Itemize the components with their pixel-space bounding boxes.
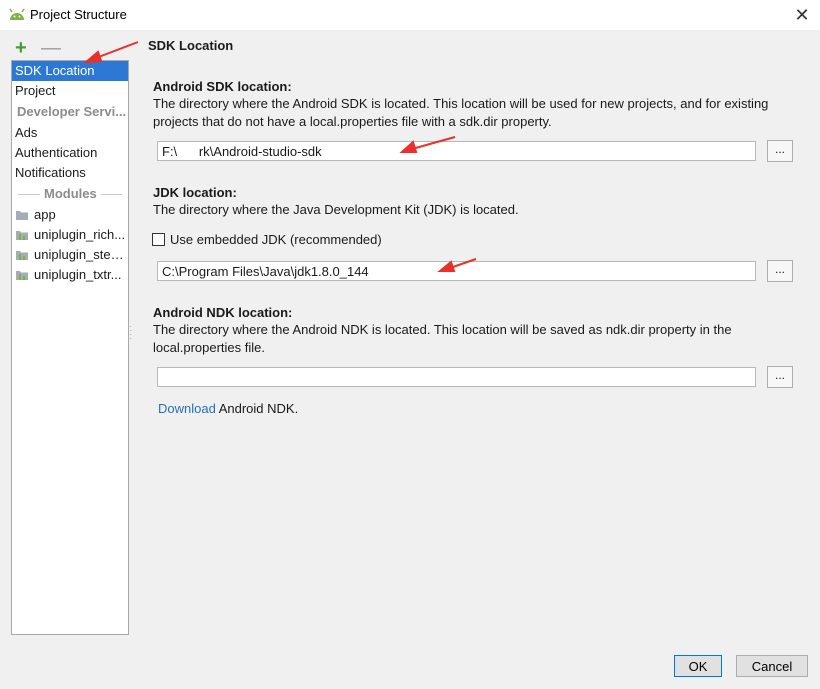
embedded-jdk-label: Use embedded JDK (recommended) (170, 232, 382, 247)
embedded-jdk-checkbox-row[interactable]: Use embedded JDK (recommended) (152, 232, 382, 247)
module-icon (16, 271, 28, 280)
sidebar-module-app[interactable]: app (12, 205, 128, 225)
modules-label: Modules (40, 186, 101, 201)
sidebar-item-ads[interactable]: Ads (12, 123, 128, 143)
module-label: uniplugin_rich... (34, 227, 126, 242)
sidebar-item-authentication[interactable]: Authentication (12, 143, 128, 163)
ndk-description: The directory where the Android NDK is l… (153, 322, 732, 355)
window-title: Project Structure (30, 7, 127, 22)
sidebar-item-project[interactable]: Project (12, 81, 128, 101)
folder-icon (16, 211, 28, 220)
annotation-arrow-sdk-location (82, 41, 139, 64)
modules-separator: Modules (12, 183, 128, 205)
module-icon (16, 251, 28, 260)
ok-button[interactable]: OK (674, 655, 722, 677)
download-ndk-suffix: Android NDK. (215, 401, 299, 416)
sdk-browse-button[interactable]: ... (767, 140, 793, 162)
embedded-jdk-checkbox[interactable] (152, 233, 165, 246)
jdk-description: The directory where the Java Development… (153, 202, 519, 217)
module-label: app (34, 207, 56, 222)
splitter-handle[interactable]: · · · · (129, 322, 132, 344)
ndk-browse-button[interactable]: ... (767, 366, 793, 388)
remove-button[interactable]: — (41, 38, 61, 58)
add-button[interactable]: + (15, 38, 27, 58)
sidebar-item-sdk-location[interactable]: SDK Location (12, 61, 128, 81)
ndk-section-title: Android NDK location: (153, 305, 293, 320)
sidebar: SDK Location Project Developer Servi... … (11, 60, 129, 635)
jdk-section-title: JDK location: (153, 185, 237, 200)
sidebar-module-uniplugin-rich[interactable]: uniplugin_rich... (12, 225, 128, 245)
sidebar-module-uniplugin-txtr[interactable]: uniplugin_txtr... (12, 265, 128, 285)
download-ndk-link[interactable]: Download (158, 401, 216, 416)
jdk-browse-button[interactable]: ... (767, 260, 793, 282)
sidebar-module-uniplugin-step[interactable]: uniplugin_step... (12, 245, 128, 265)
title-bar: Project Structure ✕ (0, 0, 820, 30)
sdk-description: The directory where the Android SDK is l… (153, 96, 769, 129)
sdk-section-title: Android SDK location: (153, 79, 292, 94)
ndk-location-input[interactable] (157, 367, 756, 387)
sdk-location-input[interactable] (157, 141, 756, 161)
ndk-download-row: Download Android NDK. (158, 401, 298, 416)
module-icon (16, 231, 28, 240)
android-icon (9, 8, 25, 20)
close-icon[interactable]: ✕ (790, 3, 814, 27)
cancel-button[interactable]: Cancel (736, 655, 808, 677)
sidebar-header-developer-services: Developer Servi... (17, 104, 127, 119)
module-label: uniplugin_txtr... (34, 267, 122, 282)
sidebar-item-notifications[interactable]: Notifications (12, 163, 128, 183)
jdk-location-input[interactable] (157, 261, 756, 281)
module-label: uniplugin_step... (34, 247, 128, 262)
panel-title: SDK Location (148, 38, 234, 53)
